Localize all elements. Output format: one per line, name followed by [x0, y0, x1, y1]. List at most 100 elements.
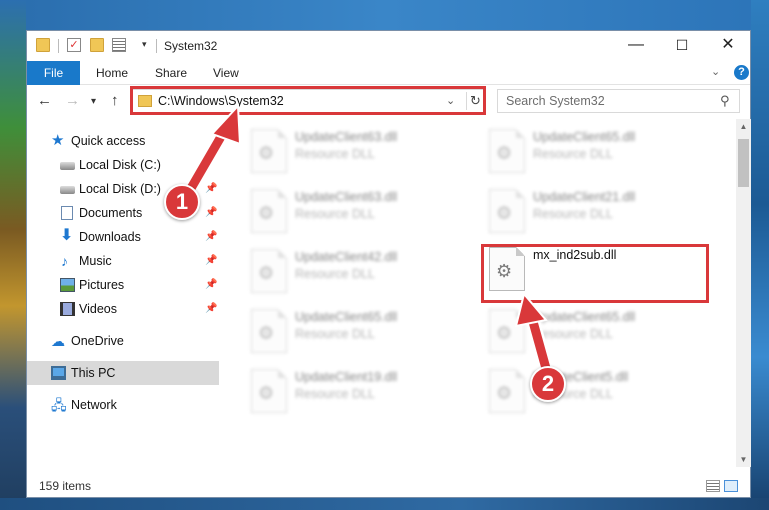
gear-icon: ⚙: [496, 383, 513, 403]
downloads-icon: ⬇: [60, 227, 74, 244]
desktop-background-left: [0, 0, 26, 510]
pin-icon[interactable]: 📌: [205, 303, 217, 314]
search-input[interactable]: [498, 90, 713, 112]
dll-file-icon: ⚙: [251, 129, 287, 173]
divider: [156, 39, 157, 53]
file-type: Resource DLL: [533, 207, 613, 221]
close-button[interactable]: ✕: [705, 31, 751, 61]
item-count: 159 items: [39, 479, 92, 493]
search-box[interactable]: ⚲: [497, 89, 740, 113]
sidebar-item-label: Documents: [79, 206, 143, 220]
dll-file-icon: ⚙: [251, 189, 287, 233]
sidebar-item-downloads[interactable]: ⬇ Downloads 📌: [27, 225, 219, 249]
dll-file-icon: ⚙: [489, 129, 525, 173]
tab-share[interactable]: Share: [155, 61, 187, 85]
recent-locations-icon[interactable]: ▾: [91, 96, 96, 107]
onedrive-icon: ☁: [51, 333, 65, 349]
list-item[interactable]: ⚙ UpdateClient21.dll Resource DLL: [489, 185, 721, 243]
expand-ribbon-icon[interactable]: ⌄: [711, 65, 720, 78]
pin-icon[interactable]: 📌: [205, 231, 217, 242]
list-item[interactable]: ⚙ UpdateClient63.dll Resource DLL: [251, 125, 483, 183]
list-item[interactable]: ⚙ UpdateClient63.dll Resource DLL: [251, 185, 483, 243]
callout-badge-2: 2: [530, 366, 566, 402]
customize-icon[interactable]: [112, 38, 126, 52]
maximize-button[interactable]: ☐: [659, 31, 705, 61]
sidebar-item-music[interactable]: ♪ Music 📌: [27, 249, 219, 273]
this-pc-icon: [51, 366, 66, 380]
sidebar-item-label: Music: [79, 254, 112, 268]
properties-check-icon[interactable]: ✓: [67, 38, 81, 52]
music-icon: ♪: [61, 253, 68, 269]
status-bar: 159 items: [27, 475, 750, 497]
sidebar-item-onedrive[interactable]: ☁ OneDrive: [27, 329, 219, 353]
title-bar: ✓ ▾ System32 — ☐ ✕: [27, 31, 750, 61]
list-item[interactable]: ⚙ UpdateClient42.dll Resource DLL: [251, 245, 483, 303]
file-name: UpdateClient21.dll: [533, 190, 636, 204]
file-name: UpdateClient63.dll: [295, 130, 398, 144]
scroll-down-icon[interactable]: ▼: [736, 452, 751, 467]
tab-home[interactable]: Home: [96, 61, 128, 85]
pin-icon[interactable]: 📌: [205, 279, 217, 290]
file-type: Resource DLL: [295, 147, 375, 161]
list-item[interactable]: ⚙ UpdateClient65.dll Resource DLL: [489, 305, 721, 363]
up-arrow-icon[interactable]: ↑: [111, 92, 119, 109]
callout-badge-1: 1: [164, 184, 200, 220]
sidebar-item-label: Network: [71, 398, 117, 412]
file-type: Resource DLL: [295, 387, 375, 401]
new-folder-icon[interactable]: [90, 38, 104, 52]
dll-file-icon: ⚙: [489, 369, 525, 413]
dll-file-icon: ⚙: [489, 189, 525, 233]
list-item[interactable]: ⚙ UpdateClient5.dll Resource DLL: [489, 365, 721, 423]
sidebar-item-pictures[interactable]: Pictures 📌: [27, 273, 219, 297]
sidebar-item-network[interactable]: 🖧 Network: [27, 393, 219, 417]
scrollbar-thumb[interactable]: [738, 139, 749, 187]
file-type: Resource DLL: [295, 267, 375, 281]
file-type: Resource DLL: [533, 327, 613, 341]
file-name: UpdateClient63.dll: [295, 190, 398, 204]
tab-view[interactable]: View: [213, 61, 239, 85]
sidebar-item-label: Videos: [79, 302, 117, 316]
sidebar-item-this-pc[interactable]: This PC: [27, 361, 219, 385]
scroll-up-icon[interactable]: ▲: [736, 119, 751, 134]
pictures-icon: [60, 278, 75, 292]
pin-icon[interactable]: 📌: [205, 207, 217, 218]
search-icon[interactable]: ⚲: [720, 93, 730, 109]
list-item[interactable]: ⚙ UpdateClient65.dll Resource DLL: [251, 305, 483, 363]
back-arrow-icon[interactable]: ←: [37, 92, 52, 109]
minimize-button[interactable]: —: [613, 31, 659, 61]
ribbon: File Home Share View ⌄ ?: [27, 61, 750, 85]
pin-icon[interactable]: 📌: [205, 183, 217, 194]
window-title: System32: [164, 39, 218, 53]
sidebar-item-videos[interactable]: Videos 📌: [27, 297, 219, 321]
large-icons-view-icon[interactable]: [724, 480, 738, 492]
dll-file-icon: ⚙: [251, 309, 287, 353]
sidebar-item-local-disk-c[interactable]: Local Disk (C:): [27, 153, 219, 177]
gear-icon: ⚙: [496, 143, 513, 163]
address-bar-highlight: [130, 86, 486, 115]
navigation-pane: ★ Quick access Local Disk (C:) Local Dis…: [27, 119, 219, 467]
file-name: UpdateClient42.dll: [295, 250, 398, 264]
sidebar-item-quick-access[interactable]: ★ Quick access: [27, 129, 219, 153]
gear-icon: ⚙: [496, 203, 513, 223]
details-view-icon[interactable]: [706, 480, 720, 492]
dll-file-icon: ⚙: [251, 369, 287, 413]
desktop-background-right: [751, 0, 769, 510]
dll-file-icon: ⚙: [251, 249, 287, 293]
dll-file-icon: ⚙: [489, 309, 525, 353]
desktop-background: [0, 0, 769, 30]
tab-file[interactable]: File: [27, 61, 80, 85]
vertical-scrollbar[interactable]: ▲ ▼: [736, 119, 751, 467]
videos-icon: [60, 302, 75, 316]
list-item[interactable]: ⚙ UpdateClient65.dll Resource DLL: [489, 125, 721, 183]
file-name: UpdateClient65.dll: [533, 310, 636, 324]
gear-icon: ⚙: [258, 203, 275, 223]
file-type: Resource DLL: [295, 327, 375, 341]
pin-icon[interactable]: 📌: [205, 255, 217, 266]
list-item[interactable]: ⚙ UpdateClient19.dll Resource DLL: [251, 365, 483, 423]
gear-icon: ⚙: [258, 263, 275, 283]
desktop-background-bottom: [0, 498, 769, 510]
help-icon[interactable]: ?: [734, 65, 749, 80]
forward-arrow-icon[interactable]: →: [65, 92, 80, 109]
divider: [58, 39, 59, 53]
quick-access-dropdown-icon[interactable]: ▾: [142, 39, 147, 50]
